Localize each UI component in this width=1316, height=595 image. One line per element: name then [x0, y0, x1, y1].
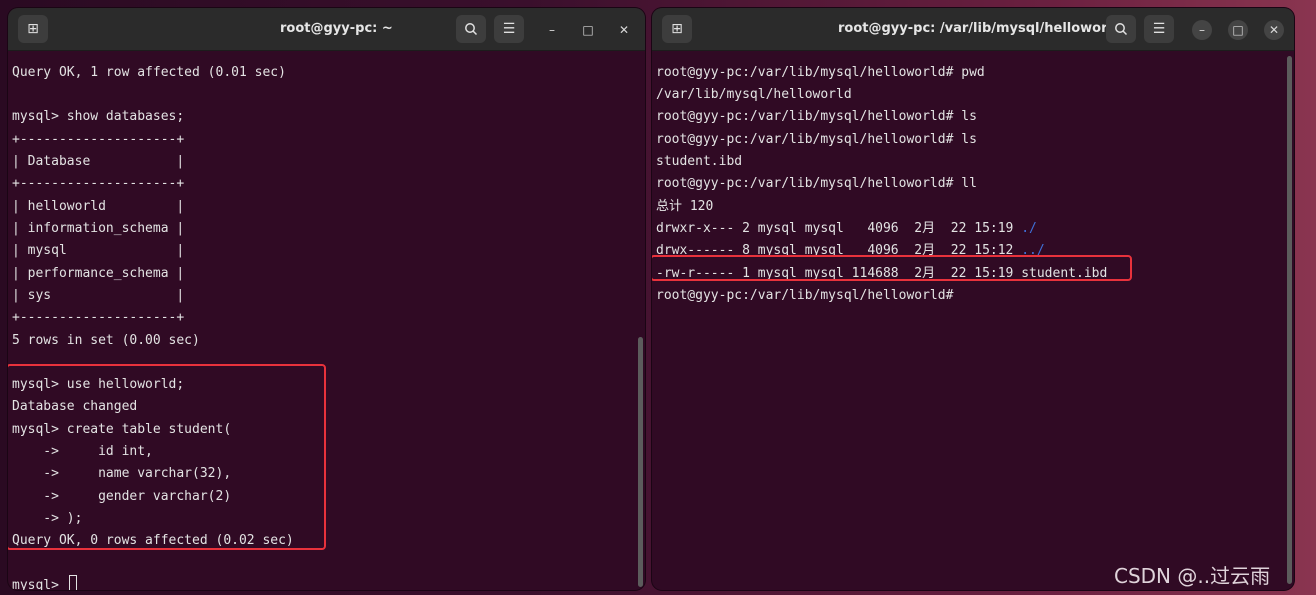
terminal-prompt-line[interactable]: mysql>: [12, 575, 77, 590]
terminal-line: mysql> show databases;: [12, 109, 185, 124]
window-title: root@gyy-pc: /var/lib/mysql/helloworld: [838, 21, 1122, 36]
terminal-line: 总计 120: [656, 199, 714, 214]
minimize-button[interactable]: –: [542, 20, 562, 40]
listing-text: drwxr-x--- 2 mysql mysql 4096 2月 22 15:1…: [656, 221, 1022, 236]
minimize-button[interactable]: –: [1192, 20, 1212, 40]
terminal-line: | mysql |: [12, 243, 185, 258]
hamburger-menu-icon: ☰: [1152, 21, 1166, 37]
terminal-line: root@gyy-pc:/var/lib/mysql/helloworld# p…: [656, 65, 985, 80]
maximize-button[interactable]: □: [578, 20, 598, 40]
terminal-line: 5 rows in set (0.00 sec): [12, 333, 200, 348]
close-button[interactable]: ✕: [1264, 20, 1284, 40]
search-icon: [465, 23, 478, 36]
terminal-window-left[interactable]: ⊞ root@gyy-pc: ~ ☰ – □ ✕ Query OK, 1 row…: [8, 8, 645, 590]
terminal-output[interactable]: root@gyy-pc:/var/lib/mysql/helloworld# p…: [656, 52, 1282, 590]
text-cursor: [68, 575, 77, 590]
scrollbar[interactable]: [1286, 52, 1292, 586]
watermark: CSDN @..过云雨: [1114, 564, 1271, 588]
search-icon: [1115, 23, 1128, 36]
scrollbar-thumb[interactable]: [1287, 56, 1292, 584]
terminal-window-right[interactable]: ⊞ root@gyy-pc: /var/lib/mysql/helloworld…: [652, 8, 1294, 590]
terminal-line: student.ibd: [656, 154, 743, 169]
new-tab-button[interactable]: ⊞: [662, 15, 692, 43]
close-button[interactable]: ✕: [614, 20, 634, 40]
terminal-line: root@gyy-pc:/var/lib/mysql/helloworld# l…: [656, 109, 977, 124]
terminal-prompt-line[interactable]: root@gyy-pc:/var/lib/mysql/helloworld#: [656, 285, 953, 307]
terminal-line: +--------------------+: [12, 132, 185, 147]
dir-self-link: ./: [1021, 221, 1037, 236]
new-tab-button[interactable]: ⊞: [18, 15, 48, 43]
hamburger-menu-icon: ☰: [502, 21, 516, 37]
highlight-box: [8, 364, 326, 550]
terminal-line: | sys |: [12, 288, 185, 303]
highlight-box: [652, 255, 1132, 281]
search-button[interactable]: [1106, 15, 1136, 43]
scrollbar[interactable]: [637, 52, 643, 587]
menu-button[interactable]: ☰: [1144, 15, 1174, 43]
terminal-line: Query OK, 1 row affected (0.01 sec): [12, 65, 286, 80]
scrollbar-thumb[interactable]: [638, 337, 643, 587]
new-tab-icon: ⊞: [27, 21, 39, 37]
terminal-line: | information_schema |: [12, 221, 185, 236]
title-bar: ⊞ root@gyy-pc: /var/lib/mysql/helloworld…: [652, 8, 1294, 51]
maximize-button[interactable]: □: [1228, 20, 1248, 40]
terminal-line: | helloworld |: [12, 199, 185, 214]
prompt-text: mysql>: [12, 578, 67, 590]
title-bar: ⊞ root@gyy-pc: ~ ☰ – □ ✕: [8, 8, 645, 51]
terminal-line: drwxr-x--- 2 mysql mysql 4096 2月 22 15:1…: [656, 218, 1037, 240]
new-tab-icon: ⊞: [671, 21, 683, 37]
terminal-line: +--------------------+: [12, 310, 185, 325]
terminal-line: root@gyy-pc:/var/lib/mysql/helloworld# l…: [656, 132, 977, 147]
menu-button[interactable]: ☰: [494, 15, 524, 43]
terminal-line: /var/lib/mysql/helloworld: [656, 87, 852, 102]
window-title: root@gyy-pc: ~: [280, 21, 393, 36]
search-button[interactable]: [456, 15, 486, 43]
terminal-line: root@gyy-pc:/var/lib/mysql/helloworld# l…: [656, 176, 977, 191]
terminal-line: | performance_schema |: [12, 266, 185, 281]
terminal-line: +--------------------+: [12, 176, 185, 191]
terminal-line: | Database |: [12, 154, 185, 169]
